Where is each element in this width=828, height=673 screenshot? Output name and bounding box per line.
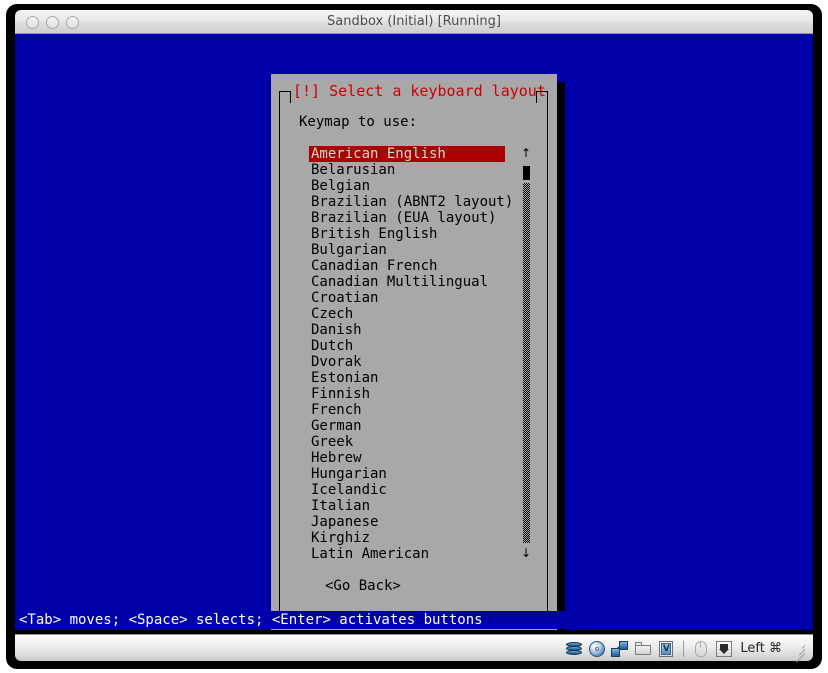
minimize-button[interactable] [46, 16, 59, 29]
vm-window: Sandbox (Initial) [Running] [!] Select a… [6, 4, 822, 669]
list-item[interactable]: Hebrew [309, 450, 509, 466]
list-item[interactable]: Bulgarian [309, 242, 509, 258]
close-button[interactable] [26, 16, 39, 29]
list-item[interactable]: Canadian French [309, 258, 509, 274]
hard-disk-icon[interactable] [565, 640, 583, 658]
optical-disc-icon[interactable] [588, 640, 606, 658]
list-item[interactable]: Dutch [309, 338, 509, 354]
list-item[interactable]: Finnish [309, 386, 509, 402]
list-item[interactable]: Dvorak [309, 354, 509, 370]
list-item[interactable]: British English [309, 226, 509, 242]
dialog-title: [!] Select a keyboard layout [293, 82, 546, 100]
host-key-icon[interactable] [715, 640, 733, 658]
list-item[interactable]: Croatian [309, 290, 509, 306]
shared-folder-icon[interactable] [634, 640, 652, 658]
list-item[interactable]: German [309, 418, 509, 434]
list-item[interactable]: Hungarian [309, 466, 509, 482]
list-item[interactable]: Kirghiz [309, 530, 509, 546]
list-item[interactable]: Greek [309, 434, 509, 450]
list-item[interactable]: Italian [309, 498, 509, 514]
list-item[interactable]: Latin American [309, 546, 509, 562]
console-status-line: <Tab> moves; <Space> selects; <Enter> ac… [15, 611, 813, 629]
vm-chip-letter: V [661, 642, 672, 655]
dialog-prompt: Keymap to use: [299, 114, 418, 130]
scrollbar-track[interactable] [523, 183, 530, 543]
vm-console-screen[interactable]: [!] Select a keyboard layout Keymap to u… [15, 34, 813, 630]
vm-chip-icon[interactable]: V [657, 640, 675, 658]
dialog-border-left [279, 91, 280, 625]
list-item[interactable]: Danish [309, 322, 509, 338]
tray-divider [683, 640, 685, 657]
list-item[interactable]: Belarusian [309, 162, 509, 178]
network-icon[interactable] [611, 640, 629, 658]
list-item[interactable]: Estonian [309, 370, 509, 386]
keyboard-layout-dialog[interactable]: [!] Select a keyboard layout Keymap to u… [271, 74, 557, 630]
list-item[interactable]: Brazilian (EUA layout) [309, 210, 509, 226]
list-item[interactable]: Belgian [309, 178, 509, 194]
list-item[interactable]: Brazilian (ABNT2 layout) [309, 194, 513, 210]
go-back-button[interactable]: <Go Back> [325, 578, 401, 594]
window-title: Sandbox (Initial) [Running] [326, 14, 501, 29]
scrollbar-thumb[interactable] [523, 166, 530, 180]
list-item[interactable]: French [309, 402, 509, 418]
list-item[interactable]: Czech [309, 306, 509, 322]
zoom-button[interactable] [66, 16, 79, 29]
list-item[interactable]: Icelandic [309, 482, 509, 498]
dialog-border-tee-left-vertical [290, 91, 291, 103]
scroll-down-arrow-icon[interactable]: ↓ [520, 546, 532, 560]
list-item[interactable]: Japanese [309, 514, 509, 530]
mouse-icon[interactable] [692, 640, 710, 658]
scroll-up-arrow-icon[interactable]: ↑ [520, 146, 532, 160]
list-item[interactable]: Canadian Multilingual [309, 274, 509, 290]
window-titlebar[interactable]: Sandbox (Initial) [Running] [15, 10, 813, 34]
list-scrollbar[interactable]: ↑ ↓ [520, 146, 532, 562]
vm-status-tray: V Left ⌘ [15, 634, 813, 662]
dialog-border-right [547, 91, 548, 625]
keymap-list[interactable]: American English Belarusian Belgian Brazili… [309, 146, 513, 562]
list-item[interactable]: American English [309, 146, 505, 162]
resize-grip[interactable] [791, 642, 806, 662]
host-key-label: Left ⌘ [740, 641, 782, 656]
